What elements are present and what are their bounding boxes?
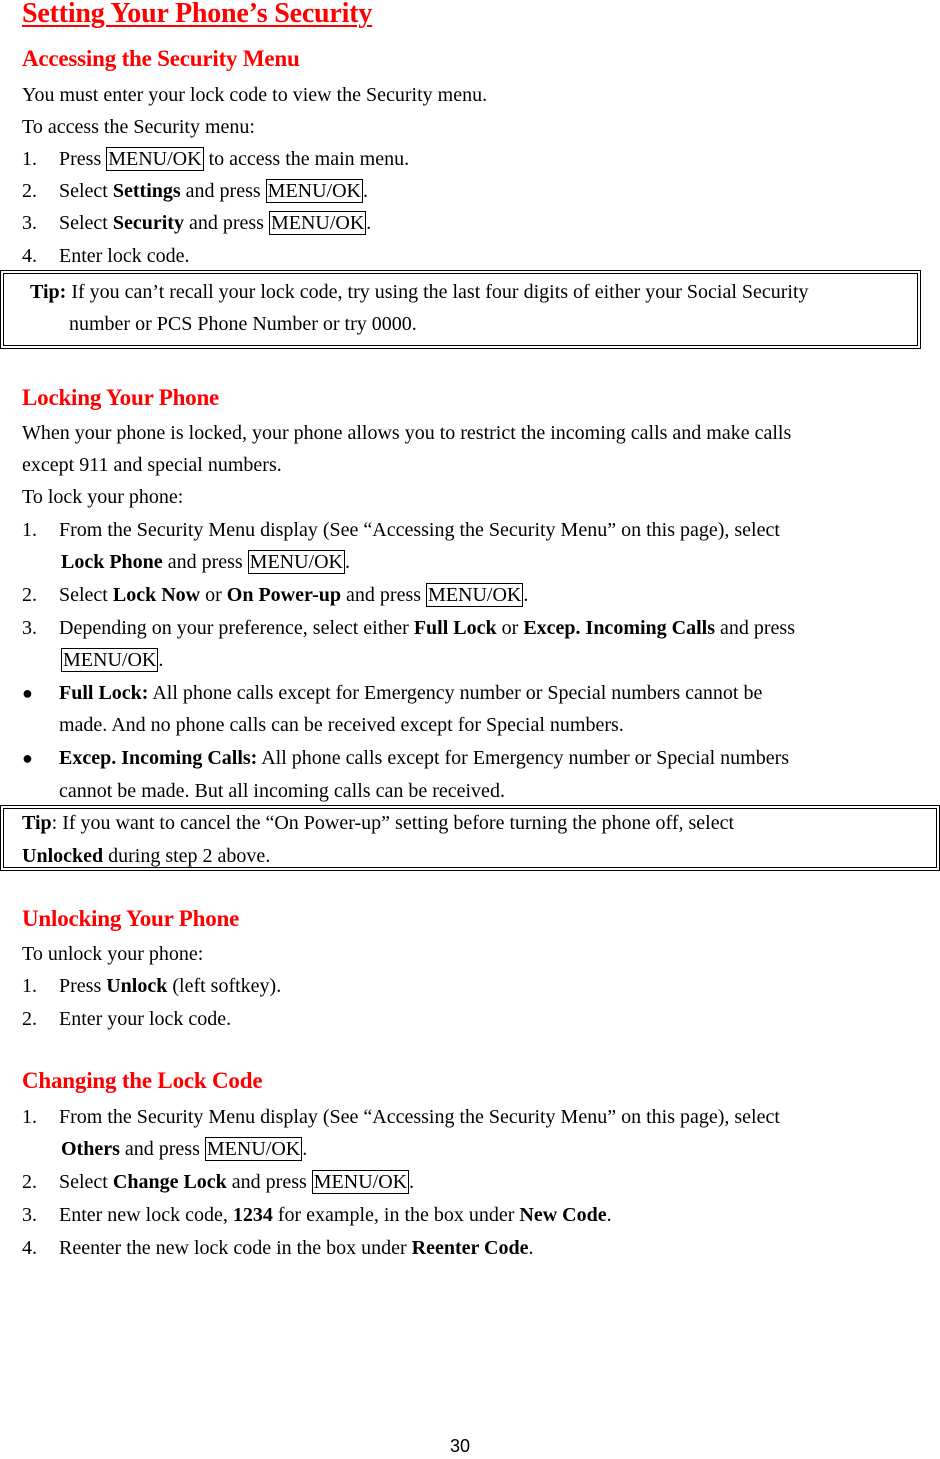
bullet-item: ● Excep. Incoming Calls: All phone calls … bbox=[22, 742, 789, 774]
list-item: 3. Enter new lock code, 1234 for example,… bbox=[22, 1199, 612, 1231]
tip-label: Tip: bbox=[30, 281, 67, 303]
list-item: 3. Select Security and press MENU/OK. bbox=[22, 207, 371, 239]
list-item: 2. Select Lock Now or On Power-up and pre… bbox=[22, 579, 528, 611]
menu-ok-key: MENU/OK bbox=[61, 648, 159, 672]
step-number: 1. bbox=[22, 1106, 37, 1128]
menu-ok-key: MENU/OK bbox=[268, 211, 367, 235]
step-number: 4. bbox=[22, 1237, 37, 1259]
step-number: 2. bbox=[22, 180, 37, 202]
menu-term: New Code bbox=[519, 1204, 607, 1226]
step-number: 2. bbox=[22, 1171, 37, 1193]
list-item-cont: Lock Phone and press MENU/OK. bbox=[61, 550, 351, 574]
locking-intro: When your phone is locked, your phone al… bbox=[22, 422, 792, 444]
bullet-item-cont: cannot be made. But all incoming calls c… bbox=[59, 780, 505, 802]
accessing-lead: To access the Security menu: bbox=[22, 116, 255, 138]
bullet-term: Full Lock: bbox=[59, 682, 149, 704]
menu-ok-key: MENU/OK bbox=[204, 1137, 303, 1161]
locking-intro-cont: except 911 and special numbers. bbox=[22, 454, 282, 476]
menu-term: Settings bbox=[112, 180, 181, 202]
list-item: 4. Enter lock code. bbox=[22, 240, 190, 272]
menu-ok-key: MENU/OK bbox=[247, 550, 346, 574]
menu-term: Excep. Incoming Calls bbox=[523, 617, 715, 639]
list-item-cont: Others and press MENU/OK. bbox=[61, 1137, 308, 1161]
tip-line: Tip: If you want to cancel the “On Power… bbox=[22, 812, 735, 834]
section-heading-accessing: Accessing the Security Menu bbox=[22, 46, 300, 71]
bullet-icon: ● bbox=[22, 683, 33, 703]
menu-term: Security bbox=[112, 212, 184, 234]
locking-lead: To lock your phone: bbox=[22, 486, 184, 508]
menu-term: Change Lock bbox=[112, 1171, 227, 1193]
list-item: 1. Press MENU/OK to access the main menu. bbox=[22, 143, 409, 175]
bullet-icon: ● bbox=[22, 748, 33, 768]
step-number: 3. bbox=[22, 212, 37, 234]
menu-term: Lock Now bbox=[112, 584, 201, 606]
menu-term: Lock Phone bbox=[61, 551, 163, 573]
menu-term: Unlocked bbox=[22, 845, 104, 867]
page-number: 30 bbox=[450, 1436, 471, 1456]
list-item: 2. Select Settings and press MENU/OK. bbox=[22, 175, 368, 207]
menu-ok-key: MENU/OK bbox=[106, 147, 204, 171]
tip-label: Tip bbox=[22, 812, 52, 834]
list-item: 1. From the Security Menu display (See “A… bbox=[22, 514, 780, 546]
list-item: 4. Reenter the new lock code in the box u… bbox=[22, 1232, 533, 1264]
section-heading-unlocking: Unlocking Your Phone bbox=[22, 906, 240, 931]
menu-ok-key: MENU/OK bbox=[426, 583, 524, 607]
unlocking-lead: To unlock your phone: bbox=[22, 943, 204, 965]
menu-term: Reenter Code bbox=[411, 1237, 529, 1259]
step-number: 2. bbox=[22, 584, 37, 606]
section-heading-locking: Locking Your Phone bbox=[22, 385, 220, 410]
step-number: 4. bbox=[22, 245, 37, 267]
section-heading-changing: Changing the Lock Code bbox=[22, 1068, 263, 1093]
step-number: 1. bbox=[22, 975, 37, 997]
menu-ok-key: MENU/OK bbox=[311, 1170, 410, 1194]
menu-term: 1234 bbox=[232, 1204, 273, 1226]
menu-term: Full Lock bbox=[413, 617, 497, 639]
step-number: 2. bbox=[22, 1008, 37, 1030]
menu-term: On Power-up bbox=[226, 584, 342, 606]
list-item-cont: MENU/OK. bbox=[61, 648, 164, 672]
step-number: 3. bbox=[22, 617, 37, 639]
menu-term: Others bbox=[61, 1138, 120, 1160]
tip-line: Unlocked during step 2 above. bbox=[22, 845, 271, 867]
menu-term: Unlock bbox=[106, 975, 168, 997]
step-number: 1. bbox=[22, 148, 37, 170]
bullet-item-cont: made. And no phone calls can be received… bbox=[59, 714, 624, 736]
step-number: 3. bbox=[22, 1204, 37, 1226]
tip-line: Tip: If you can’t recall your lock code,… bbox=[30, 281, 809, 303]
bullet-item: ● Full Lock: All phone calls except for E… bbox=[22, 677, 762, 709]
list-item: 1. From the Security Menu display (See “A… bbox=[22, 1101, 780, 1133]
tip-line: number or PCS Phone Number or try 0000. bbox=[69, 313, 417, 335]
step-number: 1. bbox=[22, 519, 37, 541]
list-item: 3. Depending on your preference, select e… bbox=[22, 612, 795, 644]
page-title: Setting Your Phone’s Security bbox=[22, 0, 373, 29]
menu-ok-key: MENU/OK bbox=[265, 179, 363, 203]
list-item: 2. Select Change Lock and press MENU/OK. bbox=[22, 1166, 414, 1198]
list-item: 2. Enter your lock code. bbox=[22, 1003, 231, 1035]
accessing-intro: You must enter your lock code to view th… bbox=[22, 84, 488, 106]
bullet-term: Excep. Incoming Calls: bbox=[59, 747, 258, 769]
list-item: 1. Press Unlock (left softkey). bbox=[22, 970, 281, 1002]
